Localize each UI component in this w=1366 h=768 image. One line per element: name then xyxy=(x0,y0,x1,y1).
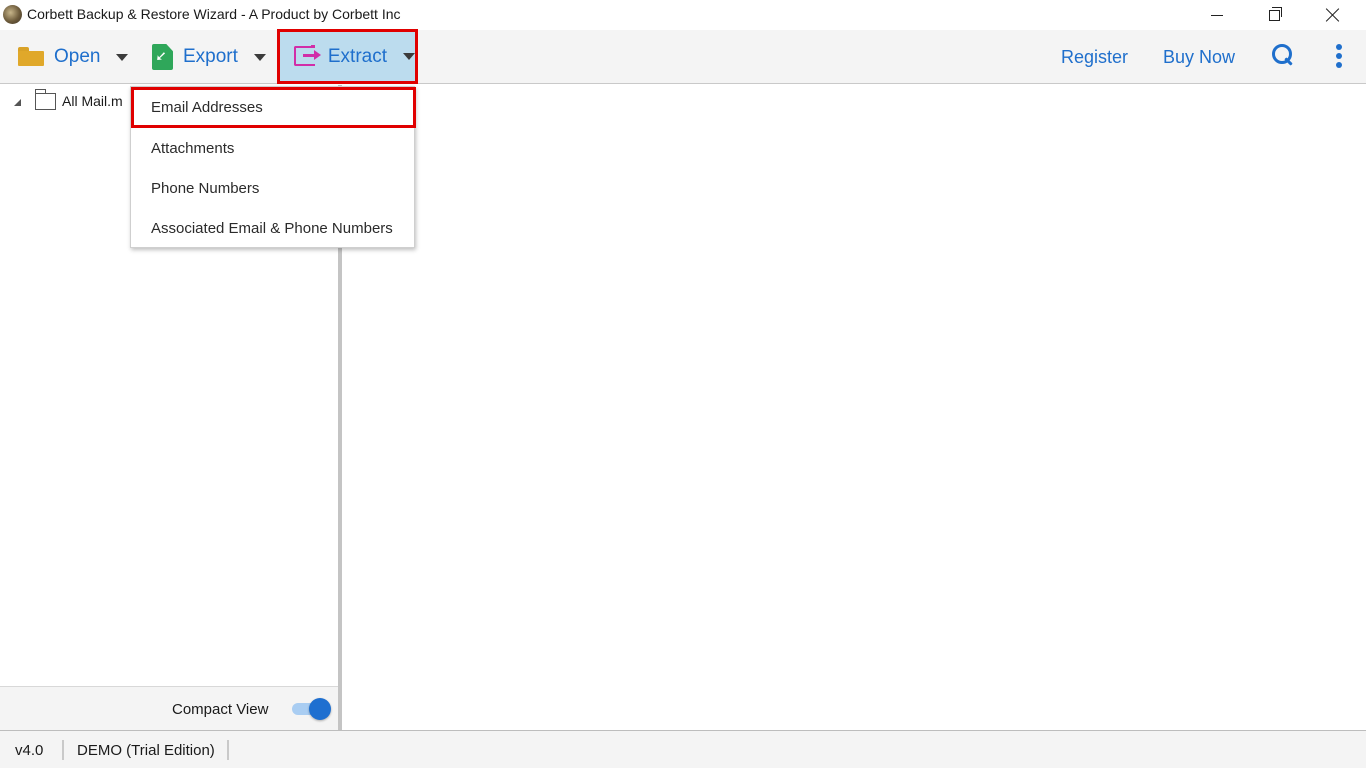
extract-icon xyxy=(294,45,321,68)
extract-label: Extract xyxy=(327,45,387,67)
expand-arrow-icon[interactable] xyxy=(14,98,21,106)
toggle-thumb xyxy=(309,698,331,720)
menu-item-attachments[interactable]: Attachments xyxy=(131,128,414,168)
restore-button[interactable] xyxy=(1251,0,1297,30)
menu-item-email-addresses[interactable]: Email Addresses xyxy=(131,87,416,128)
more-vertical-icon[interactable] xyxy=(1334,44,1344,70)
close-icon xyxy=(1326,8,1340,22)
menu-item-associated-email-phone[interactable]: Associated Email & Phone Numbers xyxy=(131,208,414,248)
export-button[interactable]: Export xyxy=(152,30,266,84)
close-button[interactable] xyxy=(1310,0,1356,30)
folder-open-icon xyxy=(18,47,44,67)
minimize-icon xyxy=(1211,14,1223,16)
edition-label: DEMO (Trial Edition) xyxy=(77,742,215,759)
compact-view-toggle[interactable] xyxy=(292,698,332,720)
status-divider xyxy=(62,740,64,760)
extract-dropdown-menu: Email Addresses Attachments Phone Number… xyxy=(130,86,416,248)
tree-item[interactable]: All Mail.m xyxy=(14,88,123,111)
extract-button[interactable]: Extract xyxy=(277,29,418,84)
menu-item-phone-numbers[interactable]: Phone Numbers xyxy=(131,168,414,208)
tree-item-label: All Mail.m xyxy=(62,93,123,109)
window-title: Corbett Backup & Restore Wizard - A Prod… xyxy=(27,6,401,22)
chevron-down-icon xyxy=(253,53,266,61)
version-label: v4.0 xyxy=(15,742,44,759)
search-icon[interactable] xyxy=(1272,44,1296,68)
compact-view-bar: Compact View xyxy=(0,686,338,730)
status-bar: v4.0 DEMO (Trial Edition) xyxy=(0,730,1366,768)
status-divider xyxy=(227,740,229,760)
corbett-logo-icon xyxy=(3,5,22,24)
open-label: Open xyxy=(54,46,101,67)
chevron-down-icon xyxy=(403,53,415,60)
export-label: Export xyxy=(183,46,238,67)
register-link[interactable]: Register xyxy=(1061,30,1128,84)
open-button[interactable]: Open xyxy=(18,30,129,84)
buy-now-link[interactable]: Buy Now xyxy=(1163,30,1235,84)
restore-icon xyxy=(1268,6,1282,21)
compact-view-label: Compact View xyxy=(172,701,269,718)
chevron-down-icon xyxy=(116,53,129,61)
file-export-icon xyxy=(152,44,173,70)
content-pane xyxy=(342,85,1366,730)
title-bar: Corbett Backup & Restore Wizard - A Prod… xyxy=(0,0,1366,30)
minimize-button[interactable] xyxy=(1194,0,1240,30)
folder-icon xyxy=(35,88,56,110)
toolbar: Open Export Extract Register Buy Now xyxy=(0,29,1366,84)
